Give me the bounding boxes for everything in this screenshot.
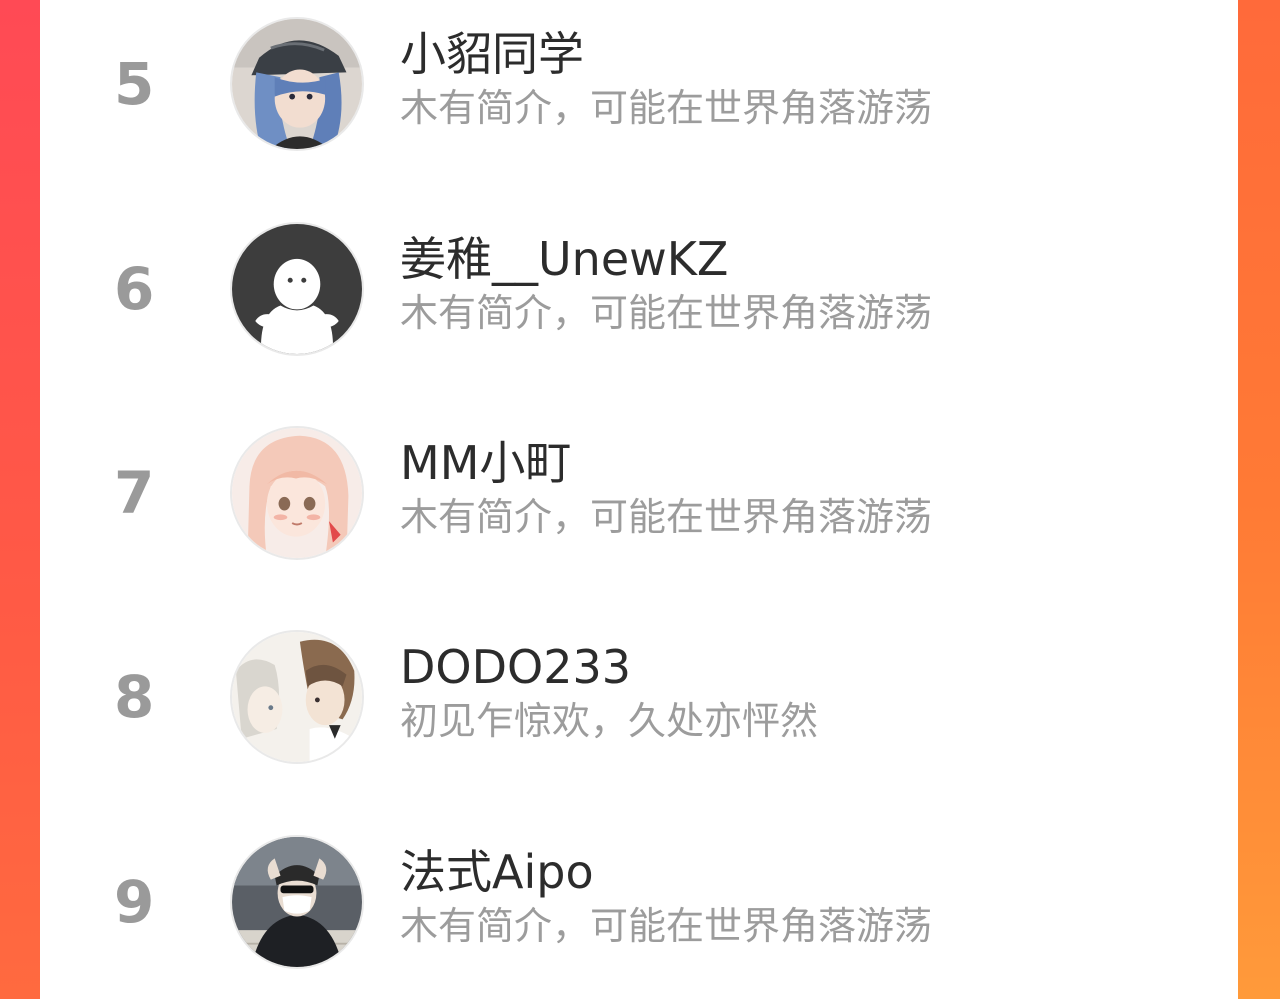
- rank-number: 5: [114, 50, 155, 118]
- user-avatar[interactable]: [230, 222, 364, 356]
- user-name: 法式Aipo: [400, 845, 594, 899]
- user-row[interactable]: 7 MM小町 木有简介，可能在世界角落游荡: [40, 413, 1238, 573]
- user-name: 姜稚__UnewKZ: [400, 232, 729, 286]
- user-row[interactable]: 8 DODO233 初见乍惊欢，久处亦怦然: [40, 617, 1238, 777]
- user-name: DODO233: [400, 640, 632, 694]
- user-name: 小貂同学: [400, 27, 584, 81]
- user-name: MM小町: [400, 436, 572, 490]
- page: 5 小貂同学 木有简介，可能在世界角落游荡 6 姜稚__UnewKZ 木有简介，…: [0, 0, 1280, 999]
- user-row[interactable]: 5 小貂同学 木有简介，可能在世界角落游荡: [40, 4, 1238, 164]
- rank-number: 7: [114, 459, 155, 527]
- user-bio: 木有简介，可能在世界角落游荡: [400, 904, 933, 948]
- user-avatar[interactable]: [230, 17, 364, 151]
- default-user-avatar-icon: [232, 224, 362, 354]
- user-row[interactable]: 9 法式Aipo 木有简介，可能在世界角落游荡: [40, 822, 1238, 982]
- user-bio: 木有简介，可能在世界角落游荡: [400, 495, 933, 539]
- rank-number: 8: [114, 663, 155, 731]
- user-bio: 初见乍惊欢，久处亦怦然: [400, 699, 819, 743]
- user-avatar[interactable]: [230, 835, 364, 969]
- ranking-panel: 5 小貂同学 木有简介，可能在世界角落游荡 6 姜稚__UnewKZ 木有简介，…: [40, 0, 1238, 999]
- masked-person-photo-avatar-icon: [232, 837, 362, 967]
- user-avatar[interactable]: [230, 426, 364, 560]
- background-gradient-right: [1238, 0, 1280, 999]
- user-row[interactable]: 6 姜稚__UnewKZ 木有简介，可能在世界角落游荡: [40, 209, 1238, 369]
- anime-character-cap-avatar-icon: [232, 19, 362, 149]
- rank-number: 9: [114, 868, 155, 936]
- user-avatar[interactable]: [230, 630, 364, 764]
- user-bio: 木有简介，可能在世界角落游荡: [400, 291, 933, 335]
- user-ranking-list: 5 小貂同学 木有简介，可能在世界角落游荡 6 姜稚__UnewKZ 木有简介，…: [40, 0, 1238, 999]
- anime-girl-avatar-icon: [232, 428, 362, 558]
- background-gradient-left: [0, 0, 40, 999]
- anime-couple-avatar-icon: [232, 632, 362, 762]
- rank-number: 6: [114, 255, 155, 323]
- user-bio: 木有简介，可能在世界角落游荡: [400, 86, 933, 130]
